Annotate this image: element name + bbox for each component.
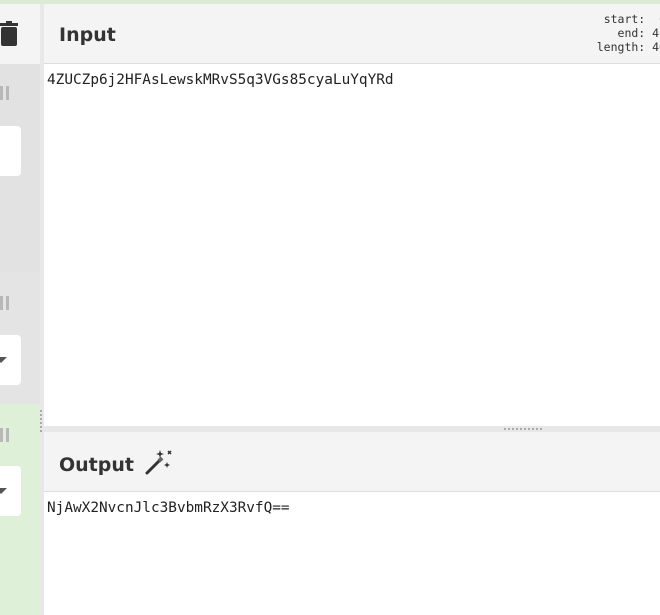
drag-handle-icon[interactable] xyxy=(0,296,10,310)
operation-3-dropdown[interactable] xyxy=(0,466,21,516)
input-stats: start: 0end: 40length: 40 xyxy=(597,12,660,54)
recipe-operation-2[interactable] xyxy=(0,272,40,404)
input-title: Input xyxy=(59,24,116,46)
stat-end: end: 40 xyxy=(617,26,660,40)
output-header: Output xyxy=(44,432,660,492)
input-header: Input start: 0end: 40length: 40 xyxy=(44,4,660,64)
output-textarea[interactable]: NjAwX2NvcnJlc3BvbmRzX3RvfQ== xyxy=(44,492,660,615)
output-value[interactable]: NjAwX2NvcnJlc3BvbmRzX3RvfQ== xyxy=(47,500,290,516)
drag-handle-icon[interactable] xyxy=(0,428,10,442)
stat-start: start: 0 xyxy=(603,12,660,26)
output-title: Output xyxy=(59,454,134,476)
stat-length: length: 40 xyxy=(596,40,660,54)
recipe-operation-1[interactable] xyxy=(0,64,40,273)
recipe-column xyxy=(0,4,40,615)
operation-2-dropdown[interactable] xyxy=(0,335,21,385)
dropdown-caret-icon xyxy=(0,357,7,363)
splitter-grip[interactable] xyxy=(504,428,542,430)
column-resize-handle[interactable] xyxy=(40,410,42,434)
trash-icon[interactable] xyxy=(0,21,18,47)
drag-handle-icon[interactable] xyxy=(0,86,10,100)
input-value[interactable]: 4ZUCZp6j2HFAsLewskMRvS5q3VGs85cyaLuYqYRd xyxy=(47,72,394,88)
input-textarea[interactable]: 4ZUCZp6j2HFAsLewskMRvS5q3VGs85cyaLuYqYRd xyxy=(44,64,660,426)
recipe-operation-3[interactable] xyxy=(0,404,40,615)
operation-1-field[interactable] xyxy=(0,126,21,176)
magic-wand-icon[interactable] xyxy=(144,448,172,476)
clear-recipe-cell xyxy=(0,4,40,64)
dropdown-caret-icon xyxy=(0,488,7,494)
